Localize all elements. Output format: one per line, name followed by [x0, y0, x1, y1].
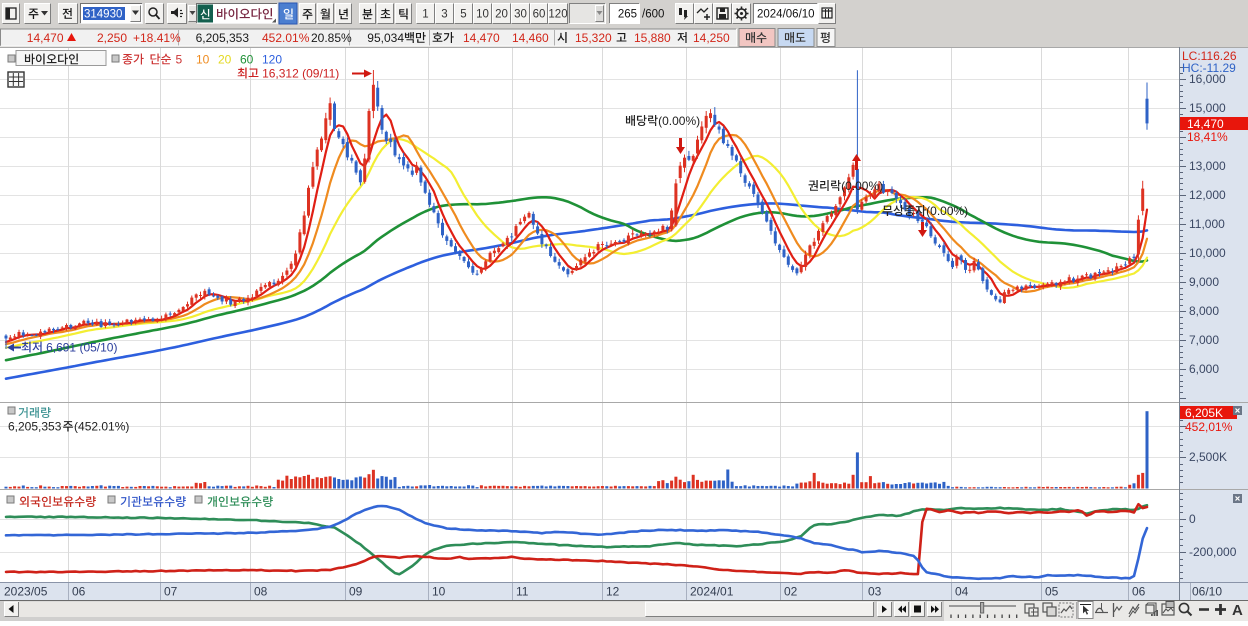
svg-text:13,000: 13,000 [1189, 159, 1226, 173]
svg-text:12,000: 12,000 [1189, 188, 1226, 202]
svg-text:18,41%: 18,41% [1187, 130, 1228, 144]
svg-text:1: 1 [422, 9, 428, 21]
svg-text:120: 120 [262, 53, 282, 67]
svg-text:2023/05: 2023/05 [4, 585, 48, 599]
svg-text:02: 02 [784, 585, 798, 599]
svg-text:3: 3 [441, 9, 447, 21]
svg-text:20: 20 [218, 53, 232, 67]
svg-text:60: 60 [533, 9, 546, 21]
svg-text:08: 08 [254, 585, 268, 599]
svg-text:6,691 (05/10): 6,691 (05/10) [46, 341, 117, 355]
svg-text:-200,000: -200,000 [1189, 545, 1237, 559]
svg-text:+18.41%: +18.41% [133, 31, 181, 45]
svg-text:0: 0 [1189, 512, 1196, 526]
svg-text:452,01%: 452,01% [1185, 420, 1233, 434]
svg-text:5: 5 [460, 9, 466, 21]
svg-text:11: 11 [516, 585, 529, 599]
svg-text:452.01%: 452.01% [262, 31, 310, 45]
svg-text:09: 09 [349, 585, 363, 599]
svg-text:(0.00%): (0.00%) [658, 114, 700, 128]
svg-text:95,034: 95,034 [367, 31, 404, 45]
svg-text:120: 120 [548, 9, 567, 21]
svg-text:(0.00%): (0.00%) [841, 179, 883, 193]
svg-text:06: 06 [72, 585, 86, 599]
svg-text:30: 30 [514, 9, 527, 21]
svg-text:14,470: 14,470 [1187, 117, 1224, 131]
svg-text:HC:-11.29: HC:-11.29 [1182, 61, 1236, 75]
svg-text:03: 03 [868, 585, 882, 599]
svg-text:20: 20 [495, 9, 508, 21]
svg-text:10: 10 [432, 585, 446, 599]
svg-text:04: 04 [955, 585, 969, 599]
svg-text:14,470: 14,470 [463, 31, 500, 45]
svg-text:314930: 314930 [84, 9, 122, 21]
svg-text:15,000: 15,000 [1189, 101, 1226, 115]
svg-text:10,000: 10,000 [1189, 246, 1226, 260]
svg-text:14,250: 14,250 [693, 31, 730, 45]
svg-text:/600: /600 [642, 9, 664, 21]
svg-text:15,320: 15,320 [575, 31, 612, 45]
svg-text:14,470: 14,470 [27, 31, 64, 45]
svg-text:60: 60 [240, 53, 254, 67]
svg-text:265: 265 [618, 9, 637, 21]
svg-text:2,500K: 2,500K [1189, 450, 1227, 464]
svg-text:(0.00%): (0.00%) [926, 204, 968, 218]
svg-text:05: 05 [1045, 585, 1059, 599]
svg-text:16,312 (09/11): 16,312 (09/11) [262, 67, 339, 81]
svg-text:7,000: 7,000 [1189, 333, 1219, 347]
svg-text:06/10: 06/10 [1192, 585, 1222, 599]
svg-text:2,250: 2,250 [97, 31, 127, 45]
svg-text:10: 10 [196, 53, 210, 67]
svg-text:15,880: 15,880 [634, 31, 671, 45]
svg-text:11,000: 11,000 [1189, 217, 1225, 231]
svg-text:14,460: 14,460 [512, 31, 549, 45]
svg-text:8,000: 8,000 [1189, 304, 1219, 318]
svg-text:A: A [1232, 602, 1243, 619]
svg-text:07: 07 [164, 585, 178, 599]
svg-text:5: 5 [176, 53, 183, 67]
svg-text:6,000: 6,000 [1189, 362, 1219, 376]
svg-text:6,205,353: 6,205,353 [8, 420, 62, 434]
svg-text:06: 06 [1132, 585, 1146, 599]
svg-text:2024/06/10: 2024/06/10 [757, 9, 815, 21]
svg-text:20.85%: 20.85% [311, 31, 352, 45]
svg-text:12: 12 [606, 585, 620, 599]
svg-text:2024/01: 2024/01 [690, 585, 734, 599]
svg-text:10: 10 [476, 9, 489, 21]
svg-text:6,205,353: 6,205,353 [196, 31, 250, 45]
svg-text:(452.01%): (452.01%) [74, 420, 129, 434]
svg-text:9,000: 9,000 [1189, 275, 1219, 289]
svg-text:6,205K: 6,205K [1185, 406, 1223, 420]
